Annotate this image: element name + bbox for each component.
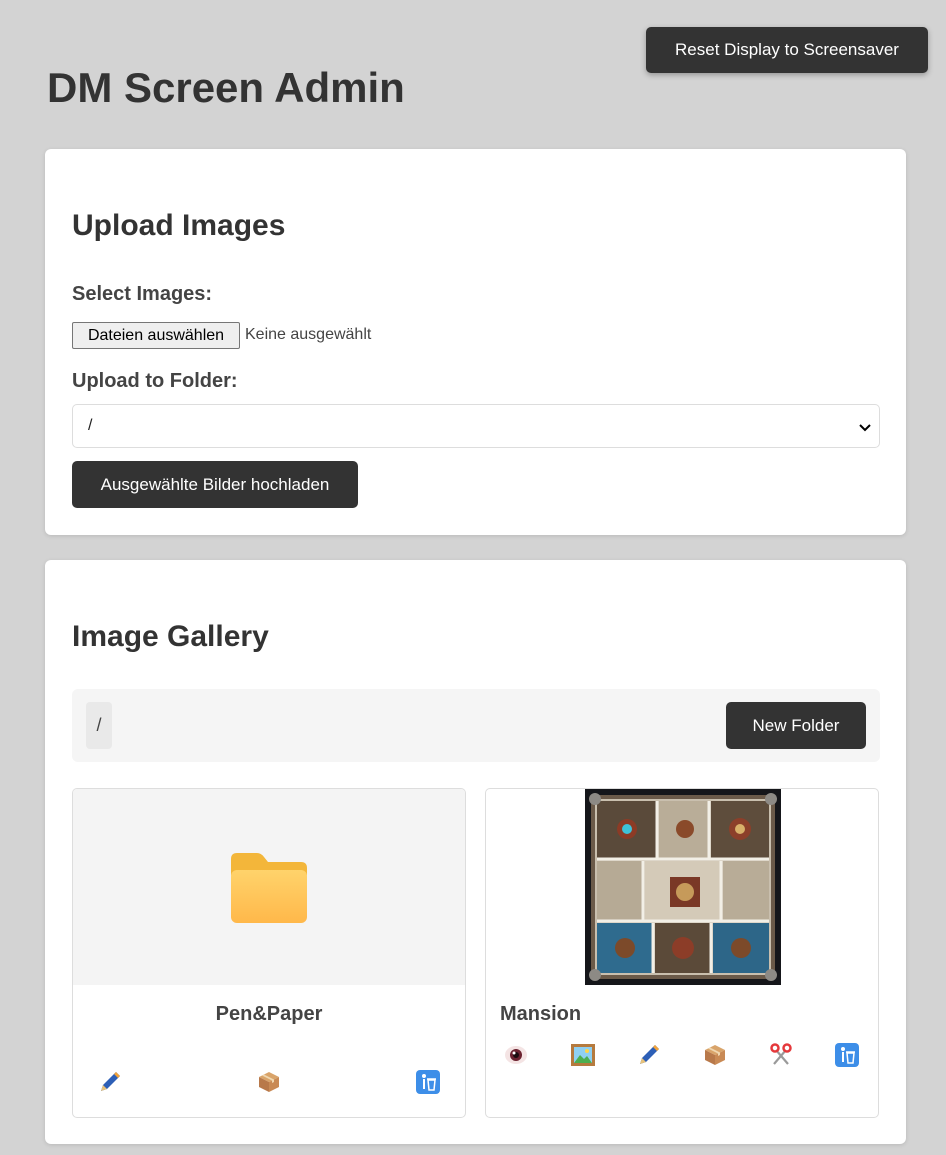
move-button[interactable] [255, 1068, 283, 1096]
upload-heading: Upload Images [72, 209, 286, 242]
pencil-icon [101, 1072, 120, 1091]
reset-display-button[interactable]: Reset Display to Screensaver [646, 27, 928, 73]
rename-button[interactable] [635, 1041, 663, 1069]
file-status-text: Keine ausgewählt [245, 326, 372, 343]
file-chooser-button[interactable]: Dateien auswählen [72, 322, 240, 349]
gallery-heading: Image Gallery [72, 620, 269, 653]
upload-folder-label: Upload to Folder: [72, 370, 238, 392]
package-icon [259, 1072, 279, 1092]
trash-icon [835, 1043, 859, 1067]
breadcrumb[interactable]: / [86, 702, 112, 749]
trash-icon [416, 1070, 440, 1094]
picture-icon [571, 1044, 595, 1066]
cut-button[interactable] [767, 1041, 795, 1069]
chevron-down-icon [859, 424, 871, 432]
folder-select-value: / [88, 417, 93, 434]
folder-icon [231, 853, 307, 923]
display-button[interactable] [569, 1041, 597, 1069]
gallery-panel: Image Gallery / New Folder Pen&Paper Man… [45, 560, 906, 1144]
select-images-label: Select Images: [72, 283, 213, 305]
folder-name: Pen&Paper [215, 1003, 323, 1025]
view-button[interactable] [502, 1041, 530, 1069]
gallery-item-image[interactable]: Mansion [485, 788, 879, 1118]
upload-submit-button[interactable]: Ausgewählte Bilder hochladen [72, 461, 358, 508]
gallery-item-folder[interactable]: Pen&Paper [72, 788, 466, 1118]
pencil-icon [640, 1045, 659, 1064]
rename-button[interactable] [96, 1068, 124, 1096]
gallery-toolbar: / New Folder [72, 689, 880, 762]
delete-button[interactable] [833, 1041, 861, 1069]
image-name: Mansion [500, 1003, 582, 1025]
folder-select[interactable]: / [72, 404, 880, 448]
move-button[interactable] [701, 1041, 729, 1069]
new-folder-button[interactable]: New Folder [726, 702, 866, 749]
page-title: DM Screen Admin [47, 64, 405, 111]
folder-thumbnail[interactable] [73, 789, 465, 985]
mansion-map-thumbnail[interactable] [585, 789, 781, 985]
package-icon [705, 1045, 725, 1065]
upload-panel: Upload Images Select Images: Dateien aus… [45, 149, 906, 535]
scissors-icon [770, 1043, 792, 1065]
eye-icon [505, 1046, 527, 1064]
delete-button[interactable] [414, 1068, 442, 1096]
